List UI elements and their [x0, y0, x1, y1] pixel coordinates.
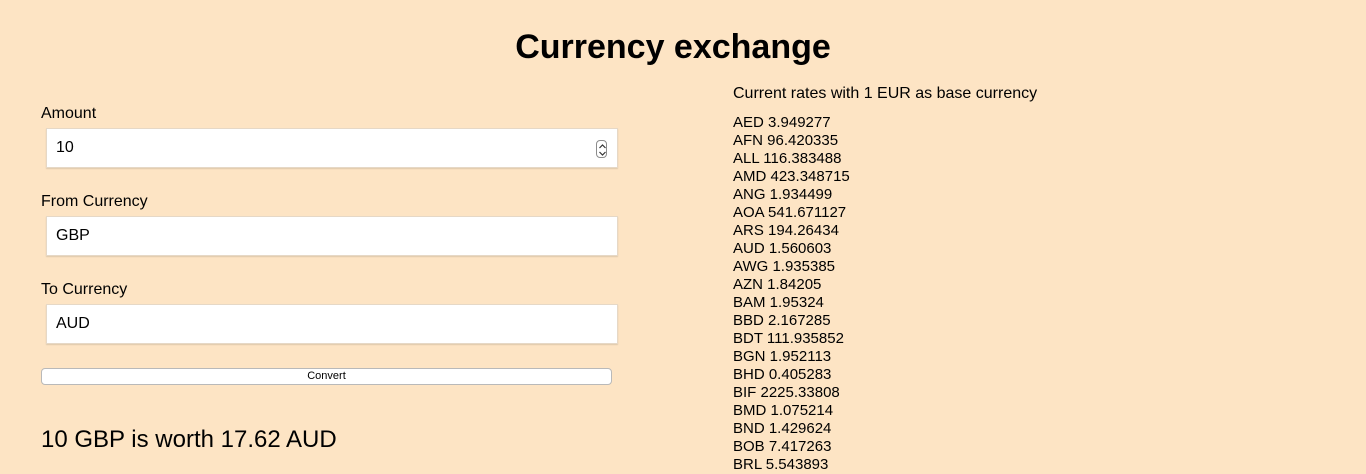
from-currency-label: From Currency	[41, 193, 148, 210]
rate-item: AOA 541.671127	[733, 204, 847, 221]
from-currency-input[interactable]	[47, 217, 617, 255]
rate-item: AWG 1.935385	[733, 258, 836, 275]
convert-button[interactable]: Convert	[41, 368, 612, 385]
from-currency-field-box	[46, 216, 618, 256]
to-currency-label: To Currency	[41, 281, 128, 298]
rate-item: BDT 111.935852	[733, 330, 844, 347]
rate-item: BHD 0.405283	[733, 366, 832, 383]
stepper-arrows-icon	[599, 144, 606, 156]
rate-item: AED 3.949277	[733, 114, 831, 131]
rate-item: BND 1.429624	[733, 420, 832, 437]
rate-item: BOB 7.417263	[733, 438, 832, 455]
rate-item: BBD 2.167285	[733, 312, 831, 329]
rates-panel: Current rates with 1 EUR as base currenc…	[733, 84, 1333, 474]
rates-heading: Current rates with 1 EUR as base currenc…	[733, 85, 1038, 102]
rate-item: AFN 96.420335	[733, 132, 839, 149]
to-currency-field-box	[46, 304, 618, 344]
conversion-result: 10 GBP is worth 17.62 AUD	[41, 426, 337, 453]
amount-field-box	[46, 128, 618, 168]
rate-item: AZN 1.84205	[733, 276, 822, 293]
rate-item: AUD 1.560603	[733, 240, 832, 257]
page-title: Currency exchange	[515, 28, 831, 66]
rate-item: BGN 1.952113	[733, 348, 832, 365]
amount-label: Amount	[41, 105, 97, 122]
rate-item: BIF 2225.33808	[733, 384, 840, 401]
amount-stepper[interactable]	[596, 140, 607, 158]
rate-item: BAM 1.95324	[733, 294, 824, 311]
amount-input[interactable]	[47, 129, 617, 167]
rate-item: AMD 423.348715	[733, 168, 850, 185]
to-currency-input[interactable]	[47, 305, 617, 343]
rate-item: BMD 1.075214	[733, 402, 834, 419]
rate-item: BRL 5.543893	[733, 456, 829, 473]
conversion-form: Amount From Currency To Currency Convert	[41, 104, 621, 385]
rate-item: ALL 116.383488	[733, 150, 842, 167]
rates-list: AED 3.949277 AFN 96.420335 ALL 116.38348…	[733, 114, 1333, 474]
rate-item: ANG 1.934499	[733, 186, 833, 203]
rate-item: ARS 194.26434	[733, 222, 839, 239]
